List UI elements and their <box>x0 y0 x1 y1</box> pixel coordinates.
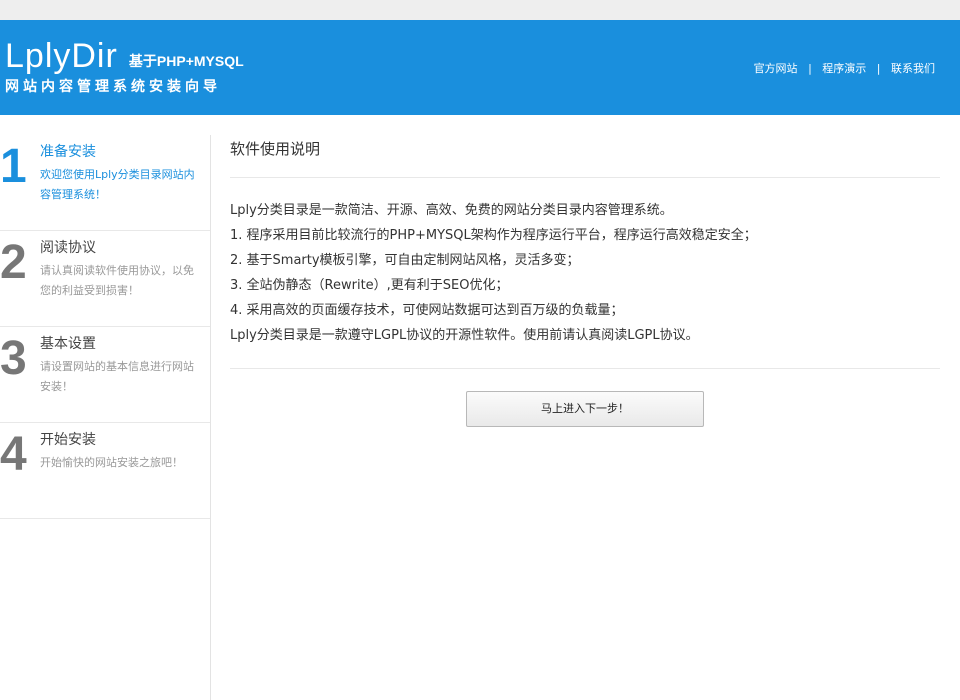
link-official-site[interactable]: 官方网站 <box>754 62 798 75</box>
link-separator: | <box>876 62 881 75</box>
content-line: Lply分类目录是一款简洁、开源、高效、免费的网站分类目录内容管理系统。 <box>230 203 673 218</box>
top-strip <box>0 0 960 20</box>
content-line: Lply分类目录是一款遵守LGPL协议的开源性软件。使用前请认真阅读LGPL协议… <box>230 328 699 343</box>
step-title: 开始安装 <box>40 432 96 448</box>
step-number: 4 <box>0 428 27 481</box>
logo: LplyDir 基于PHP+MYSQL 网站内容管理系统安装向导 <box>5 38 244 96</box>
step-description: 开始愉快的网站安装之旅吧！ <box>40 456 183 469</box>
step-prepare: 1 准备安装 欢迎您使用Lply分类目录网站内容管理系统！ <box>0 135 210 231</box>
content-line: 3. 全站伪静态（Rewrite）,更有利于SEO优化； <box>230 278 509 293</box>
link-contact[interactable]: 联系我们 <box>891 62 935 75</box>
logo-tagline: 网站内容管理系统安装向导 <box>5 79 221 95</box>
step-number: 2 <box>0 236 27 289</box>
link-separator: | <box>808 62 812 75</box>
step-title: 阅读协议 <box>40 240 96 256</box>
step-start-install: 4 开始安装 开始愉快的网站安装之旅吧！ <box>0 423 210 519</box>
step-description: 欢迎您使用Lply分类目录网站内容管理系统！ <box>40 168 195 201</box>
step-read-agreement: 2 阅读协议 请认真阅读软件使用协议，以免您的利益受到损害！ <box>0 231 210 327</box>
step-number: 3 <box>0 332 27 385</box>
step-description: 请认真阅读软件使用协议，以免您的利益受到损害！ <box>40 264 194 297</box>
content-line: 1. 程序采用目前比较流行的PHP+MYSQL架构作为程序运行平台，程序运行高效… <box>230 228 757 243</box>
page-body: 1 准备安装 欢迎您使用Lply分类目录网站内容管理系统！ 2 阅读协议 请认真… <box>0 115 960 700</box>
content-line: 2. 基于Smarty模板引擎，可自由定制网站风格，灵活多变； <box>230 253 580 268</box>
header: LplyDir 基于PHP+MYSQL 网站内容管理系统安装向导 官方网站 | … <box>0 20 960 115</box>
license-content: Lply分类目录是一款简洁、开源、高效、免费的网站分类目录内容管理系统。 1. … <box>230 178 940 369</box>
top-links: 官方网站 | 程序演示 | 联系我们 <box>754 60 935 76</box>
button-row: 马上进入下一步！ <box>230 369 940 427</box>
step-description: 请设置网站的基本信息进行网站安装！ <box>40 360 194 393</box>
next-step-button[interactable]: 马上进入下一步！ <box>466 391 704 427</box>
logo-main-text: LplyDir <box>5 37 118 75</box>
logo-subtitle: 基于PHP+MYSQL <box>128 53 244 69</box>
step-basic-settings: 3 基本设置 请设置网站的基本信息进行网站安装！ <box>0 327 210 423</box>
main-panel: 软件使用说明 Lply分类目录是一款简洁、开源、高效、免费的网站分类目录内容管理… <box>230 135 940 427</box>
page-title: 软件使用说明 <box>230 135 940 178</box>
link-demo[interactable]: 程序演示 <box>822 62 866 75</box>
step-number: 1 <box>0 140 27 193</box>
content-line: 4. 采用高效的页面缓存技术，可使网站数据可达到百万级的负载量； <box>230 303 624 318</box>
step-title: 基本设置 <box>40 336 96 352</box>
step-title: 准备安装 <box>40 144 96 160</box>
steps-sidebar: 1 准备安装 欢迎您使用Lply分类目录网站内容管理系统！ 2 阅读协议 请认真… <box>0 135 211 700</box>
